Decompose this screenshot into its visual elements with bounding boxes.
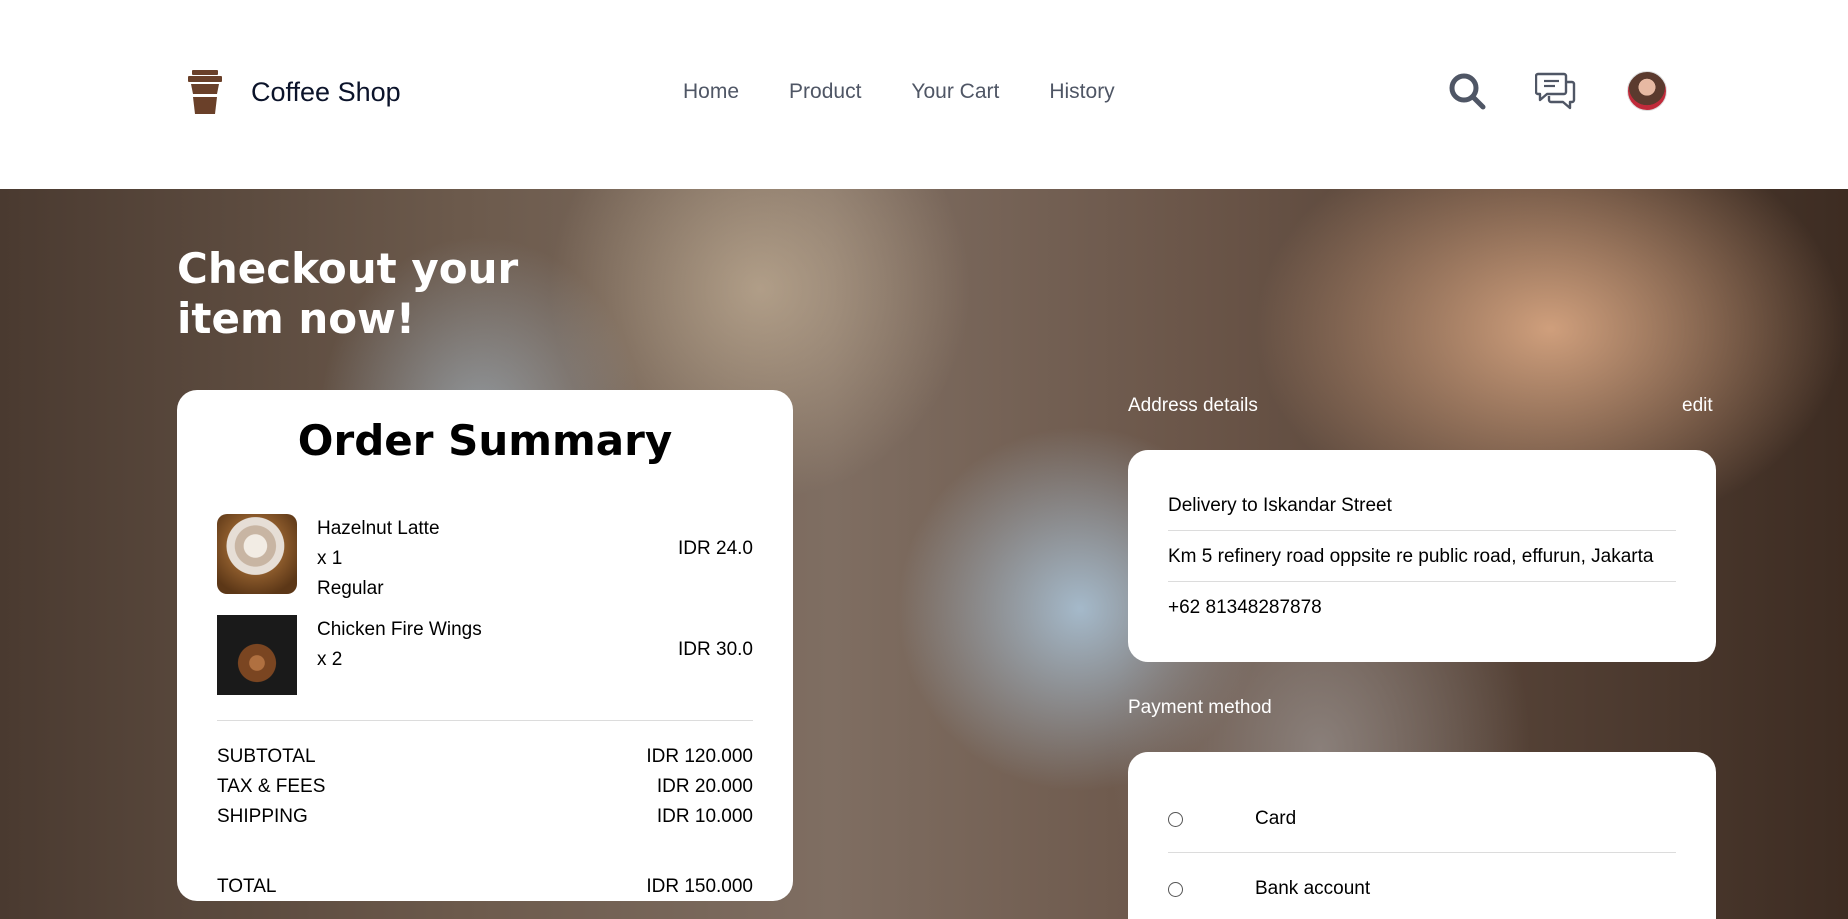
brand-name: Coffee Shop (251, 76, 401, 107)
nav-home[interactable]: Home (683, 80, 739, 104)
address-phone: +62 81348287878 (1168, 597, 1322, 618)
subtotal-value: IDR 120.000 (646, 746, 753, 767)
item-details: Chicken Fire Wings x 2 (317, 615, 482, 675)
top-header: Coffee Shop Home Product Your Cart Histo… (0, 0, 1848, 189)
nav-your-cart[interactable]: Your Cart (911, 80, 999, 104)
payment-option-label: Card (1255, 808, 1297, 829)
item-details: Hazelnut Latte x 1 Regular (317, 514, 440, 604)
item-qty: x 1 (317, 548, 343, 569)
divider (1168, 581, 1676, 582)
shipping-label: SHIPPING (217, 806, 308, 827)
item-price: IDR 24.0 (678, 538, 753, 559)
order-summary-title: Order Summary (297, 416, 673, 465)
nav-product[interactable]: Product (789, 80, 861, 104)
tax-value: IDR 20.000 (656, 776, 753, 797)
order-summary-card: Order Summary Hazelnut Latte x 1 Regular… (177, 390, 793, 901)
edit-address-link[interactable]: edit (1682, 395, 1713, 417)
page-title: Checkout your item now! (177, 244, 519, 343)
avatar[interactable] (1627, 71, 1667, 111)
divider (1168, 530, 1676, 531)
address-details-label: Address details (1128, 395, 1258, 416)
main-nav: Home Product Your Cart History (683, 80, 1115, 104)
card-radio[interactable] (1168, 812, 1183, 827)
shipping-row: SHIPPING IDR 10.000 (217, 802, 753, 832)
shipping-value: IDR 10.000 (656, 806, 753, 827)
divider (1168, 852, 1676, 853)
chat-icon[interactable] (1535, 70, 1577, 112)
item-price: IDR 30.0 (678, 639, 753, 660)
nav-history[interactable]: History (1049, 80, 1114, 104)
tax-row: TAX & FEES IDR 20.000 (217, 772, 753, 802)
payment-option-label: Bank account (1255, 878, 1371, 899)
item-qty: x 2 (317, 649, 343, 670)
payment-option-card[interactable]: Card (1168, 808, 1676, 838)
tax-label: TAX & FEES (217, 776, 326, 797)
order-item: Chicken Fire Wings x 2 IDR 30.0 (217, 615, 753, 695)
subtotal-label: SUBTOTAL (217, 746, 316, 767)
search-icon[interactable] (1447, 71, 1487, 111)
address-line-2: Km 5 refinery road oppsite re public roa… (1168, 546, 1654, 567)
coffee-cup-icon (188, 70, 222, 114)
payment-method-card: Card Bank account (1128, 752, 1716, 919)
chicken-wings-image (217, 615, 297, 695)
order-item: Hazelnut Latte x 1 Regular IDR 24.0 (217, 514, 753, 599)
item-name: Chicken Fire Wings (317, 619, 482, 640)
bank-account-radio[interactable] (1168, 882, 1183, 897)
address-line-1: Delivery to Iskandar Street (1168, 495, 1392, 516)
payment-method-label: Payment method (1128, 697, 1272, 718)
item-name: Hazelnut Latte (317, 518, 440, 539)
item-size: Regular (317, 578, 384, 599)
divider (217, 720, 753, 721)
brand[interactable]: Coffee Shop (186, 70, 401, 114)
address-card: Delivery to Iskandar Street Km 5 refiner… (1128, 450, 1716, 662)
total-label: TOTAL (217, 876, 277, 897)
payment-option-bank[interactable]: Bank account (1168, 878, 1676, 908)
total-row: TOTAL IDR 150.000 (217, 872, 753, 902)
header-actions (1447, 70, 1667, 112)
total-value: IDR 150.000 (646, 876, 753, 897)
hazelnut-latte-image (217, 514, 297, 594)
subtotal-row: SUBTOTAL IDR 120.000 (217, 742, 753, 772)
